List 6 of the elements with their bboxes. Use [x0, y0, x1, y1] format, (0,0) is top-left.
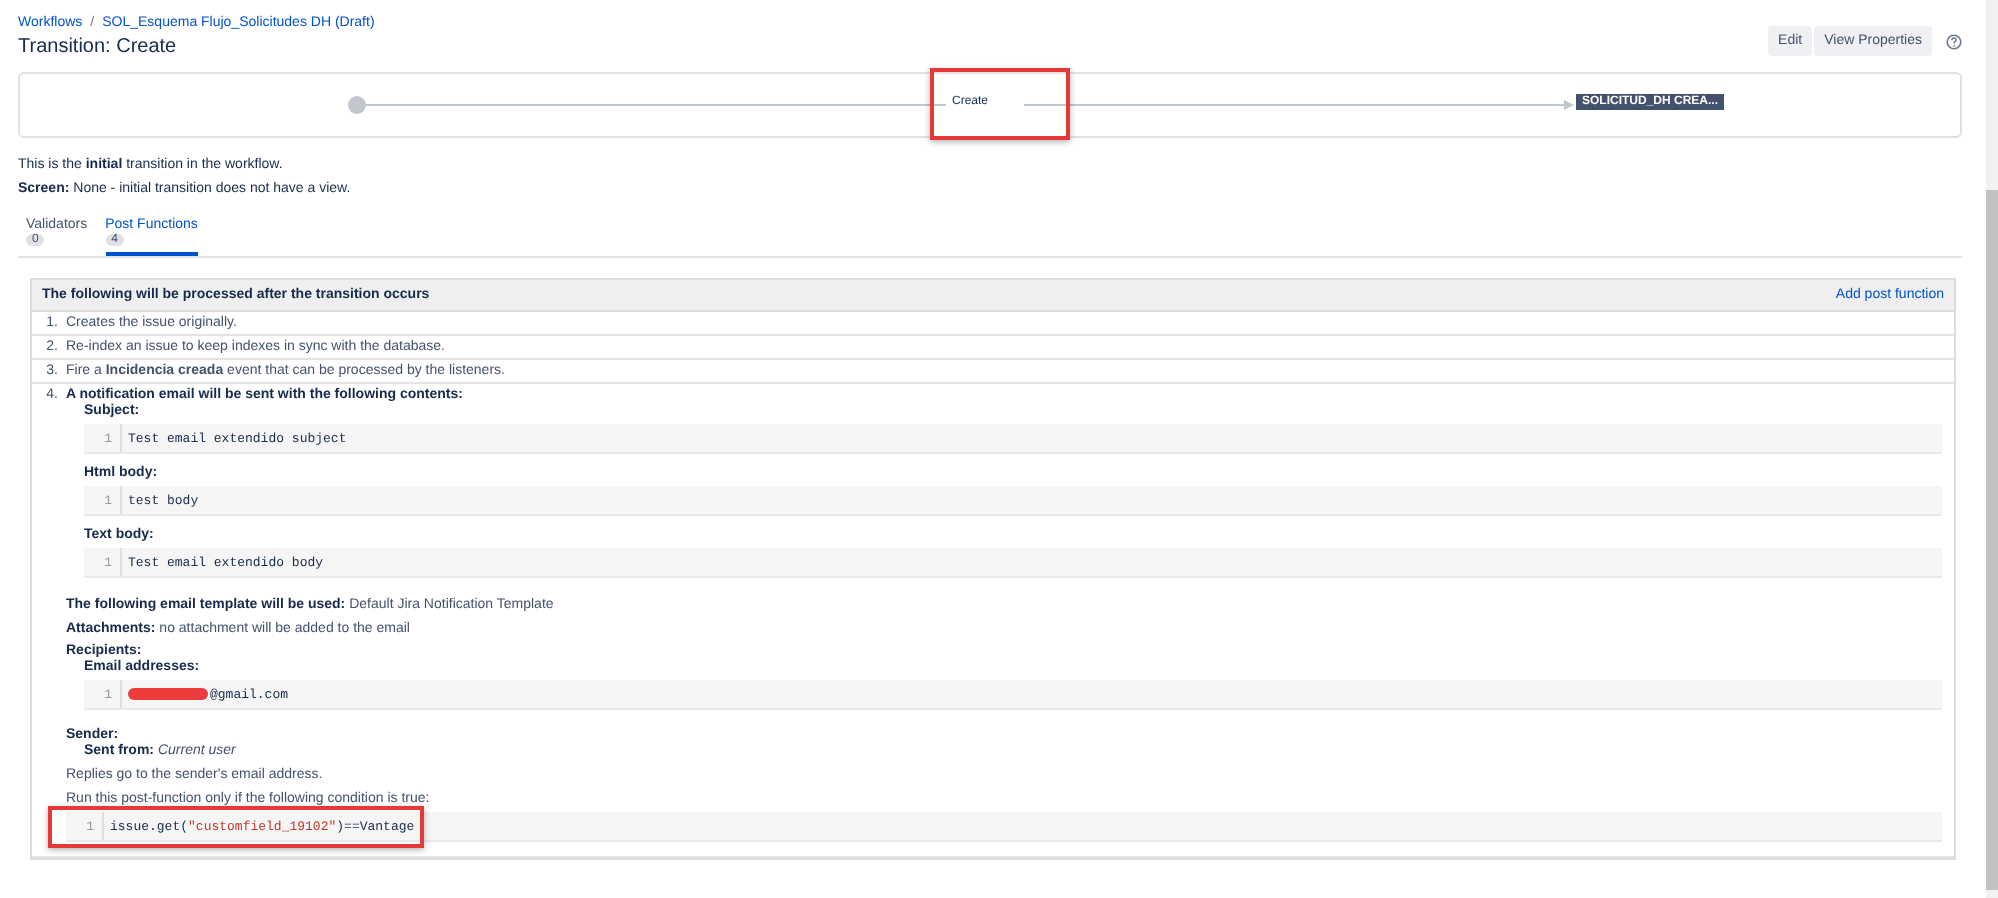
page-title: Transition: Create [18, 36, 179, 58]
help-icon[interactable] [1946, 33, 1962, 49]
arrowhead-icon [1564, 100, 1574, 110]
start-node [348, 96, 366, 114]
redaction-mark [128, 688, 208, 700]
scrollbar-thumb[interactable] [1986, 190, 1998, 890]
